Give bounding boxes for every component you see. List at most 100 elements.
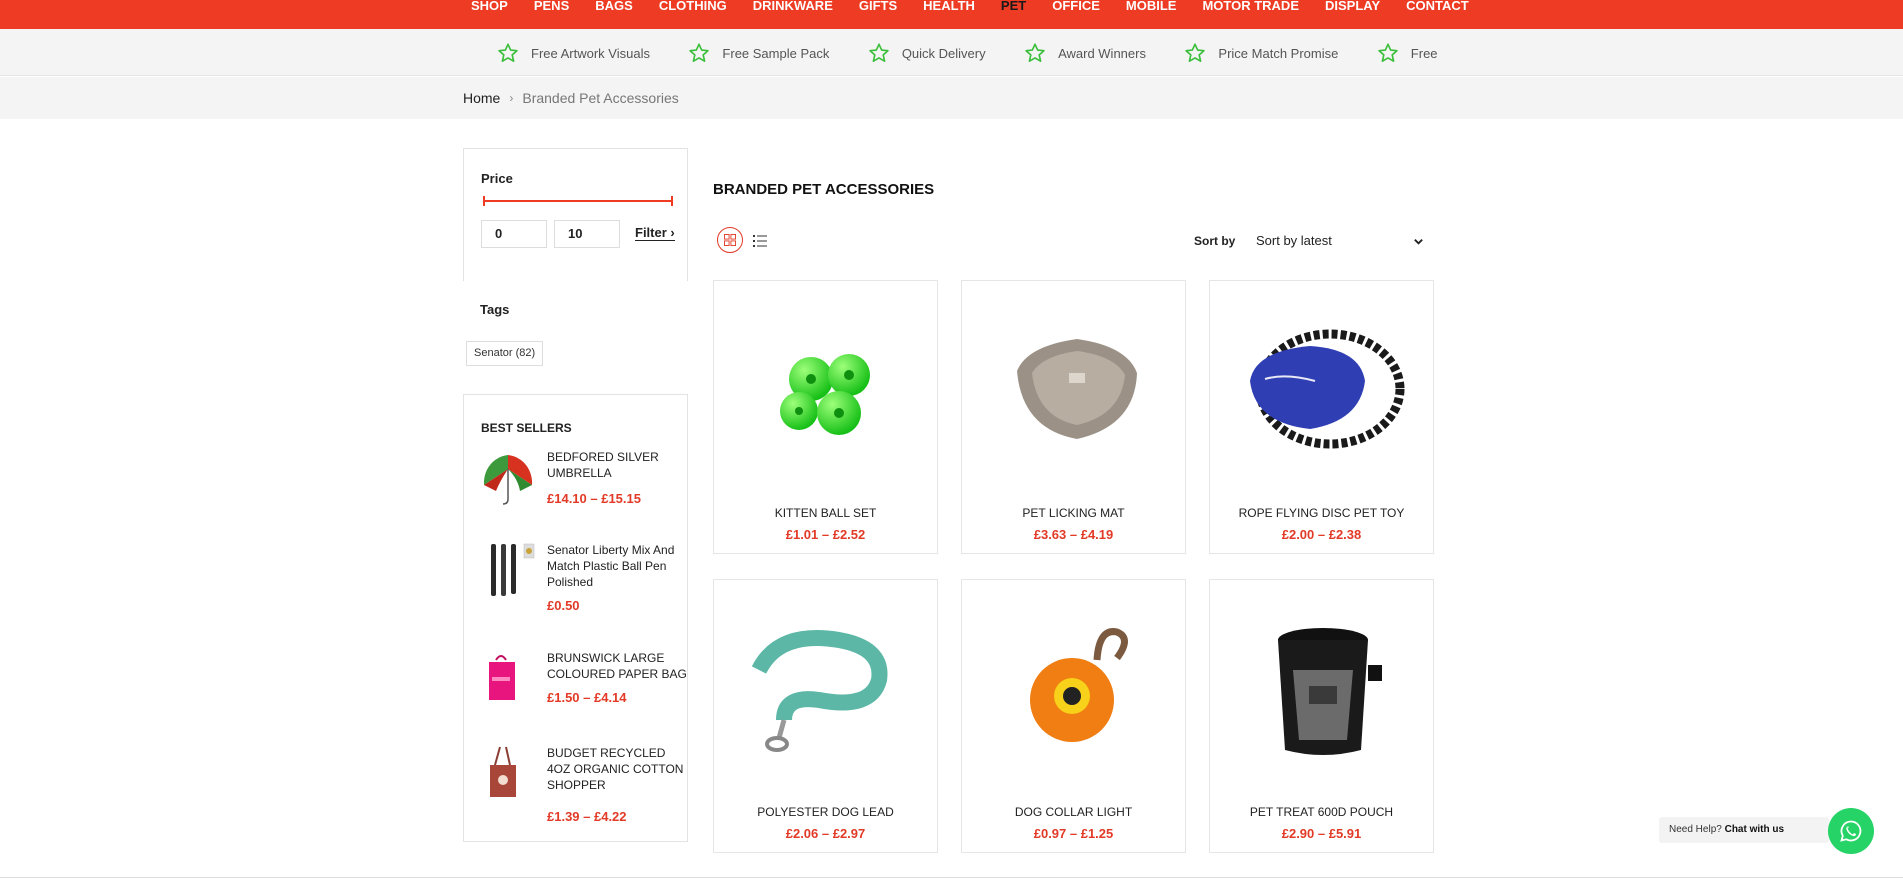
sort-select[interactable]: Sort by latest (1249, 228, 1429, 254)
breadcrumb-current: Branded Pet Accessories (522, 90, 679, 106)
pet-licking-mat-image (1017, 339, 1137, 439)
product-card[interactable]: PET LICKING MAT £3.63 – £4.19 (961, 280, 1186, 554)
product-name[interactable]: PET LICKING MAT (962, 506, 1185, 520)
tote-bag-thumbnail (490, 746, 516, 797)
nav-item-clothing[interactable]: CLOTHING (659, 0, 727, 12)
best-seller-item[interactable]: BUDGET RECYCLED 4OZ ORGANIC COTTON SHOPP… (478, 745, 688, 824)
best-sellers-title: BEST SELLERS (481, 421, 572, 435)
product-price: £0.97 – £1.25 (1033, 826, 1114, 841)
nav-item-motor-trade[interactable]: MOTOR TRADE (1202, 0, 1299, 12)
tags-title: Tags (480, 302, 510, 317)
grid-icon (724, 234, 736, 246)
rope-flying-disc-image (1250, 329, 1405, 449)
product-card[interactable]: DOG COLLAR LIGHT £0.97 – £1.25 (961, 579, 1186, 853)
best-seller-price: £1.50 – £4.14 (547, 690, 627, 705)
sidebar: Price 0 10 Filter › Tags Senator (82) BE… (463, 148, 688, 842)
nav-item-gifts[interactable]: GIFTS (859, 0, 897, 12)
product-price: £2.90 – £5.91 (1281, 826, 1362, 841)
grid-view-toggle[interactable] (717, 227, 743, 253)
product-name[interactable]: PET TREAT 600D POUCH (1210, 805, 1433, 819)
best-seller-price: £0.50 (547, 598, 580, 613)
pens-thumbnail (491, 543, 535, 596)
product-card[interactable]: ROPE FLYING DISC PET TOY £2.00 – £2.38 (1209, 280, 1434, 554)
star-outline-icon (689, 43, 710, 62)
star-outline-icon (869, 43, 889, 62)
star-outline-icon (1185, 43, 1206, 62)
nav-item-health[interactable]: HEALTH (923, 0, 975, 12)
best-seller-item[interactable]: Senator Liberty Mix And Match Plastic Ba… (478, 542, 688, 622)
best-seller-item[interactable]: BRUNSWICK LARGE COLOURED PAPER BAG £1.50… (478, 650, 688, 710)
best-seller-price: £1.39 – £4.22 (547, 809, 627, 824)
usp-track: Free Artwork Visuals Free Sample Pack Qu… (497, 42, 1439, 64)
breadcrumb-separator: › (509, 91, 514, 105)
umbrella-thumbnail (483, 455, 533, 505)
product-name[interactable]: ROPE FLYING DISC PET TOY (1210, 506, 1433, 520)
nav-item-bags[interactable]: BAGS (595, 0, 633, 12)
usp-label: Free Artw (1410, 45, 1439, 61)
price-filter-title: Price (481, 171, 513, 186)
polyester-dog-lead-image (751, 630, 888, 752)
usp-label: Award Winners (1058, 45, 1146, 61)
usp-item: Free Artwork Visuals (497, 42, 650, 64)
usp-item: Price Match Promise (1184, 42, 1338, 64)
nav-item-pens[interactable]: PENS (534, 0, 569, 12)
best-seller-name[interactable]: BRUNSWICK LARGE COLOURED PAPER BAG (547, 650, 687, 682)
slider-min-handle[interactable] (483, 196, 485, 206)
nav-menu: SHOP PENS BAGS CLOTHING DRINKWARE GIFTS … (471, 0, 1495, 12)
paper-bag-thumbnail (489, 655, 515, 700)
need-help-tooltip[interactable]: Need Help? Chat with us (1659, 817, 1829, 843)
usp-label: Quick Delivery (901, 45, 986, 61)
sort-label: Sort by (1194, 234, 1236, 248)
nav-item-contact[interactable]: CONTACT (1406, 0, 1469, 12)
price-max-input[interactable]: 10 (554, 220, 620, 248)
price-range-slider[interactable] (483, 196, 673, 206)
usp-item: Free Sample Pack (688, 42, 829, 64)
nav-item-drinkware[interactable]: DRINKWARE (753, 0, 833, 12)
tag-senator[interactable]: Senator (82) (466, 341, 544, 366)
dog-collar-light-image (1030, 628, 1128, 742)
product-name[interactable]: POLYESTER DOG LEAD (714, 805, 937, 819)
usp-item: Quick Delivery (868, 42, 986, 64)
filter-button[interactable]: Filter › (635, 225, 675, 241)
usp-item: Free Artw (1377, 42, 1439, 64)
product-name[interactable]: DOG COLLAR LIGHT (962, 805, 1185, 819)
star-outline-icon (1025, 43, 1045, 62)
nav-item-pet[interactable]: PET (1001, 0, 1026, 12)
nav-item-display[interactable]: DISPLAY (1325, 0, 1380, 12)
price-min-input[interactable]: 0 (481, 220, 547, 248)
product-card[interactable]: PET TREAT 600D POUCH £2.90 – £5.91 (1209, 579, 1434, 853)
usp-label: Free Sample Pack (722, 45, 830, 61)
best-sellers: BEST SELLERS BEDFORED SILVER UMBRELLA £1… (463, 394, 688, 842)
chat-with-us-link[interactable]: Chat with us (1725, 824, 1784, 835)
usp-label: Free Artwork Visuals (531, 45, 650, 61)
help-prefix: Need Help? (1669, 824, 1722, 835)
usp-item: Award Winners (1024, 42, 1146, 64)
nav-item-office[interactable]: OFFICE (1052, 0, 1100, 12)
kitten-ball-set-image (780, 354, 870, 435)
product-card[interactable]: POLYESTER DOG LEAD £2.06 – £2.97 (713, 579, 938, 853)
star-outline-icon (1378, 43, 1398, 62)
sort-value: Sort by latest (1256, 233, 1332, 248)
whatsapp-button[interactable] (1828, 808, 1874, 854)
page-title: BRANDED PET ACCESSORIES (713, 181, 935, 198)
best-seller-name[interactable]: BUDGET RECYCLED 4OZ ORGANIC COTTON SHOPP… (547, 745, 687, 793)
nav-item-shop[interactable]: SHOP (471, 0, 508, 12)
whatsapp-icon (1840, 820, 1862, 842)
usp-bar: Free Artwork Visuals Free Sample Pack Qu… (0, 29, 1903, 76)
product-card[interactable]: KITTEN BALL SET £1.01 – £2.52 (713, 280, 938, 554)
chevron-down-icon (1414, 239, 1423, 245)
best-seller-name[interactable]: BEDFORED SILVER UMBRELLA (547, 449, 687, 481)
best-seller-name[interactable]: Senator Liberty Mix And Match Plastic Ba… (547, 542, 687, 590)
list-view-icon[interactable] (753, 234, 767, 248)
product-price: £2.06 – £2.97 (785, 826, 866, 841)
product-price: £3.63 – £4.19 (1033, 527, 1114, 542)
pet-treat-pouch-image (1278, 628, 1382, 755)
nav-item-mobile[interactable]: MOBILE (1126, 0, 1177, 12)
usp-label: Price Match Promise (1218, 45, 1339, 61)
product-name[interactable]: KITTEN BALL SET (714, 506, 937, 520)
slider-max-handle[interactable] (671, 196, 673, 206)
product-price: £2.00 – £2.38 (1281, 527, 1362, 542)
best-seller-item[interactable]: BEDFORED SILVER UMBRELLA £14.10 – £15.15 (478, 449, 688, 519)
star-outline-icon (498, 43, 518, 62)
breadcrumb-home-link[interactable]: Home (463, 90, 500, 106)
